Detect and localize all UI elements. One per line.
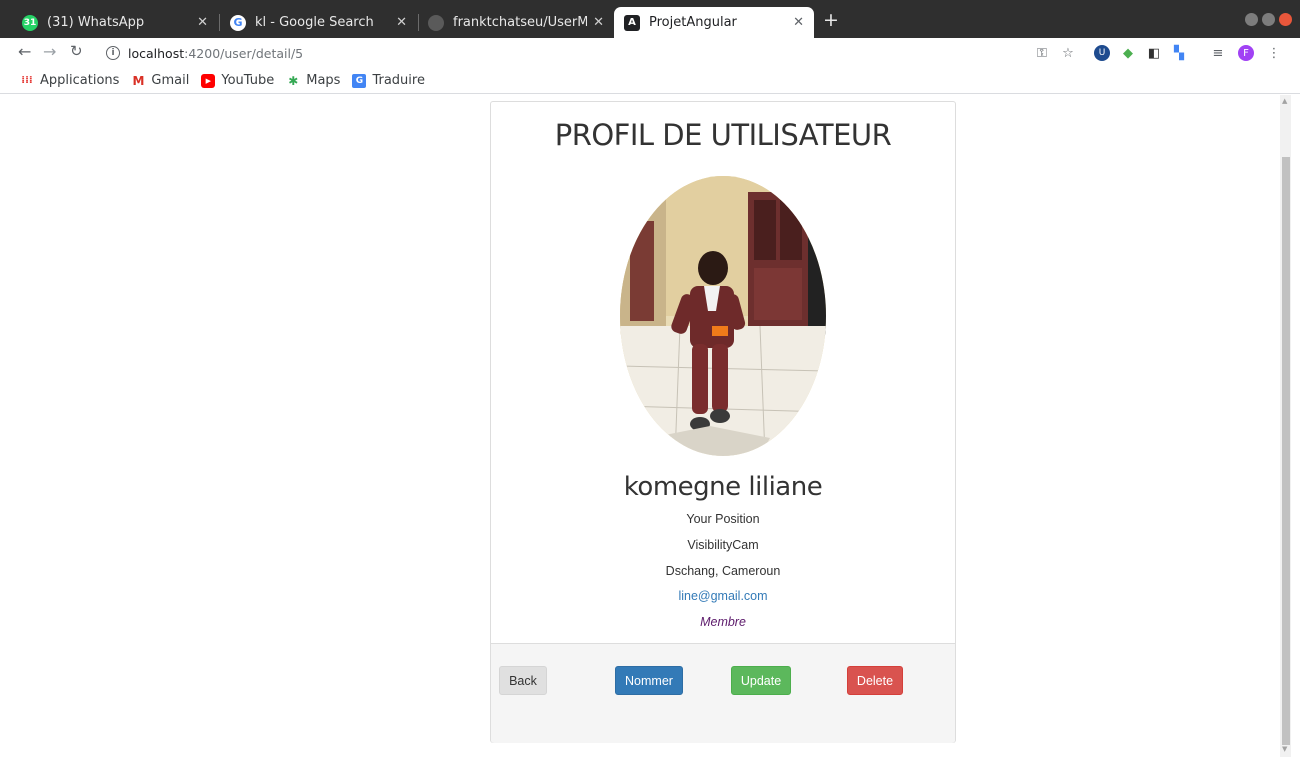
info-icon[interactable]: i [106, 46, 120, 60]
profile-card: PROFIL DE UTILISATEUR komegne liliane Yo… [490, 101, 956, 743]
media-icon[interactable]: ≡ [1210, 45, 1226, 61]
reload-icon[interactable]: ↻ [70, 42, 83, 60]
browser-toolbar: ← → ↻ i localhost:4200/user/detail/5 ⚿ ☆… [0, 38, 1300, 68]
star-icon[interactable]: ☆ [1060, 45, 1076, 61]
bookmark-youtube[interactable]: ▶ YouTube [201, 73, 274, 88]
extension-cube-icon[interactable]: ◧ [1146, 45, 1162, 61]
bookmark-maps[interactable]: ✱ Maps [286, 73, 340, 88]
vertical-scrollbar[interactable]: ▲ ▼ [1280, 95, 1291, 757]
card-footer: Back Nommer Update Delete [491, 643, 955, 743]
bookmark-label: Traduire [372, 73, 425, 88]
gmail-icon: M [132, 73, 145, 88]
bookmark-label: YouTube [221, 73, 275, 88]
nommer-button[interactable]: Nommer [615, 666, 683, 695]
translate-icon: G [352, 73, 367, 88]
scroll-up-icon[interactable]: ▲ [1282, 97, 1287, 105]
bookmarks-bar: ⁞⁞⁞ Applications M Gmail ▶ YouTube ✱ Map… [0, 68, 1300, 94]
scrollbar-thumb[interactable] [1282, 157, 1290, 745]
github-icon [428, 14, 444, 31]
browser-tab-strip: 31 (31) WhatsApp ✕ G kl - Google Search … [0, 0, 1300, 38]
back-button[interactable]: Back [499, 666, 547, 695]
google-icon: G [230, 14, 246, 31]
page-title: PROFIL DE UTILISATEUR [554, 118, 892, 152]
translate-extension-icon[interactable]: ▚ [1171, 45, 1187, 61]
update-button[interactable]: Update [731, 666, 791, 695]
user-email-link[interactable]: line@gmail.com [491, 589, 955, 603]
close-icon[interactable]: ✕ [396, 15, 407, 30]
minimize-icon[interactable] [1245, 13, 1258, 26]
scroll-down-icon[interactable]: ▼ [1282, 745, 1287, 753]
bookmark-label: Applications [40, 73, 120, 88]
whatsapp-icon: 31 [22, 14, 38, 31]
maps-icon: ✱ [288, 73, 299, 88]
tab-google-search[interactable]: G kl - Google Search ✕ [220, 7, 417, 38]
close-window-icon[interactable] [1279, 13, 1292, 26]
close-icon[interactable]: ✕ [793, 15, 804, 30]
maximize-icon[interactable] [1262, 13, 1275, 26]
bookmark-label: Gmail [151, 73, 190, 88]
close-icon[interactable]: ✕ [593, 15, 604, 30]
forward-arrow-icon[interactable]: → [43, 42, 56, 61]
page-viewport: PROFIL DE UTILISATEUR komegne liliane Yo… [0, 95, 1300, 757]
bookmark-gmail[interactable]: M Gmail [131, 73, 189, 88]
user-location: Dschang, Cameroun [665, 564, 781, 578]
extension-u-icon[interactable]: U [1094, 45, 1110, 61]
profile-avatar[interactable]: F [1238, 45, 1254, 61]
bookmark-label: Maps [306, 73, 341, 88]
tab-github[interactable]: franktchatseu/UserMana ✕ [418, 7, 614, 38]
tab-whatsapp[interactable]: 31 (31) WhatsApp ✕ [12, 7, 218, 38]
user-position: Your Position [686, 512, 760, 526]
youtube-icon: ▶ [201, 73, 216, 88]
url-path: :4200/user/detail/5 [184, 45, 304, 61]
profile-photo [620, 176, 826, 456]
bookmark-applications[interactable]: ⁞⁞⁞ Applications [20, 73, 119, 88]
tab-projet-angular[interactable]: A ProjetAngular ✕ [614, 7, 814, 38]
address-bar[interactable]: i localhost:4200/user/detail/5 [100, 41, 1180, 65]
user-name: komegne liliane [623, 472, 823, 502]
extension-globe-icon[interactable]: ◆ [1120, 45, 1136, 61]
tab-title: franktchatseu/UserMana [453, 15, 588, 30]
angular-icon: A [624, 14, 640, 31]
delete-button[interactable]: Delete [847, 666, 903, 695]
url-host: localhost [128, 45, 185, 61]
tab-title: ProjetAngular [649, 15, 737, 30]
user-company: VisibilityCam [687, 538, 759, 552]
close-icon[interactable]: ✕ [197, 15, 208, 30]
bookmark-traduire[interactable]: G Traduire [352, 73, 425, 88]
menu-dots-icon[interactable]: ⋮ [1266, 45, 1282, 61]
tab-title: kl - Google Search [255, 15, 374, 30]
key-icon[interactable]: ⚿ [1034, 45, 1050, 61]
new-tab-icon[interactable]: + [823, 9, 839, 31]
user-role: Membre [700, 615, 746, 629]
apps-grid-icon: ⁞⁞⁞ [21, 75, 33, 86]
tab-title: (31) WhatsApp [47, 15, 145, 30]
back-arrow-icon[interactable]: ← [18, 42, 31, 61]
